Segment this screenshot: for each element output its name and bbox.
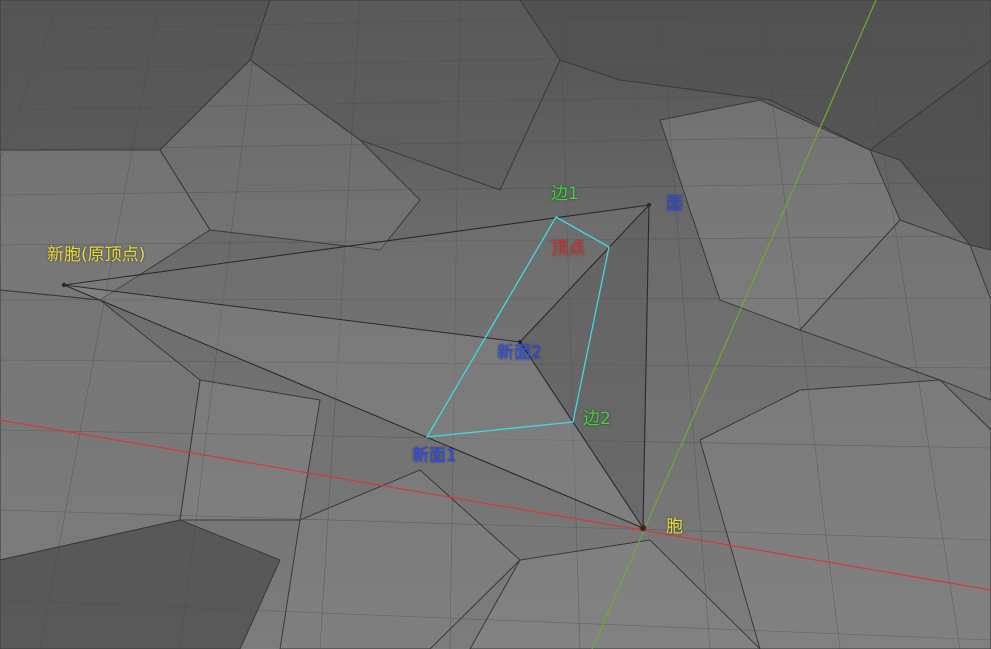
face-vertex-point bbox=[647, 203, 651, 207]
label-new-face2: 新面2 bbox=[497, 343, 542, 363]
label-cell: 胞 bbox=[666, 517, 683, 537]
label-new-face1: 新面1 bbox=[412, 446, 457, 466]
cell-vertex-point bbox=[639, 524, 647, 532]
new-cell-vertex-point bbox=[61, 282, 67, 288]
3d-viewport[interactable]: 新胞(原顶点) 边1 面 顶点 新面2 边2 新面1 胞 bbox=[0, 0, 991, 649]
label-edge2: 边2 bbox=[583, 409, 611, 429]
label-edge1: 边1 bbox=[551, 184, 579, 204]
label-face: 面 bbox=[666, 194, 683, 214]
scene-canvas bbox=[0, 0, 991, 649]
label-vertex: 顶点 bbox=[551, 239, 585, 259]
label-new-cell: 新胞(原顶点) bbox=[47, 245, 146, 265]
